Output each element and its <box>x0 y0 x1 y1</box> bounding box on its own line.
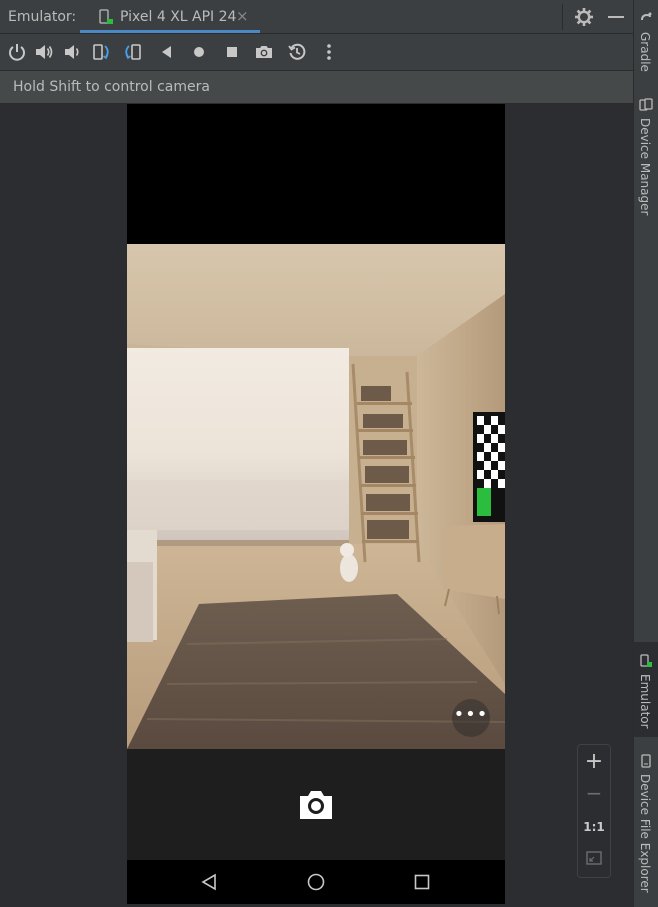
fit-screen-icon[interactable] <box>586 851 602 865</box>
emulator-panel: Emulator: Pixel 4 XL API 24 × Hold Shift… <box>0 0 633 907</box>
tool-emulator[interactable]: Emulator <box>634 642 658 737</box>
gear-icon[interactable] <box>574 7 594 27</box>
overview-icon[interactable] <box>222 42 242 62</box>
tool-label: Emulator <box>638 674 652 729</box>
camera-controls-bar <box>127 749 505 860</box>
emulator-label: Emulator: <box>8 9 77 25</box>
camera-preview[interactable] <box>127 244 505 749</box>
minimize-icon[interactable] <box>608 16 624 18</box>
right-tool-strip: Gradle Device Manager Emulator Device Fi… <box>633 0 658 907</box>
snapshot-icon[interactable] <box>287 42 307 62</box>
tool-device-file-explorer[interactable]: Device File Explorer <box>634 752 658 897</box>
close-icon[interactable]: × <box>236 7 249 25</box>
tab-pixel-4-xl[interactable]: Pixel 4 XL API 24 × <box>80 0 260 33</box>
device-file-explorer-icon <box>641 754 651 768</box>
more-dots: ••• <box>453 704 489 725</box>
rotate-right-icon[interactable] <box>123 42 143 62</box>
emulator-toolbar <box>0 34 633 71</box>
camera-more-button[interactable]: ••• <box>452 699 490 737</box>
volume-up-icon[interactable] <box>34 42 54 62</box>
camera-shutter-icon[interactable] <box>298 789 334 821</box>
nav-recents-icon[interactable] <box>412 872 432 892</box>
hint-text: Hold Shift to control camera <box>13 79 210 95</box>
active-tab-indicator <box>80 30 260 33</box>
back-icon[interactable] <box>157 42 177 62</box>
emulator-icon <box>640 654 652 667</box>
gradle-icon <box>641 12 652 20</box>
device-icon <box>99 9 113 24</box>
rotate-left-icon[interactable] <box>91 42 111 62</box>
tool-label: Device File Explorer <box>638 774 652 893</box>
more-icon[interactable] <box>319 42 339 62</box>
nav-home-icon[interactable] <box>306 872 326 892</box>
tool-label: Gradle <box>638 32 652 72</box>
tool-label: Device Manager <box>638 118 652 216</box>
hint-banner: Hold Shift to control camera <box>0 71 633 104</box>
zoom-out-button[interactable]: − <box>578 781 610 805</box>
tab-label: Pixel 4 XL API 24 <box>120 9 237 25</box>
zoom-in-button[interactable]: + <box>578 749 610 774</box>
nav-back-icon[interactable] <box>200 872 220 892</box>
divider <box>562 4 563 30</box>
power-icon[interactable] <box>7 42 27 62</box>
device-screen[interactable]: ••• <box>127 104 505 904</box>
tool-gradle[interactable]: Gradle <box>634 10 658 80</box>
home-icon[interactable] <box>189 42 209 62</box>
volume-down-icon[interactable] <box>62 42 82 62</box>
device-manager-icon <box>639 98 653 111</box>
android-nav-bar <box>127 860 505 904</box>
tool-device-manager[interactable]: Device Manager <box>634 98 658 218</box>
zoom-actual-size-button[interactable]: 1:1 <box>578 820 610 834</box>
zoom-controls: + − 1:1 <box>577 744 611 878</box>
screenshot-icon[interactable] <box>254 42 274 62</box>
panel-title-bar: Emulator: Pixel 4 XL API 24 × <box>0 0 633 34</box>
